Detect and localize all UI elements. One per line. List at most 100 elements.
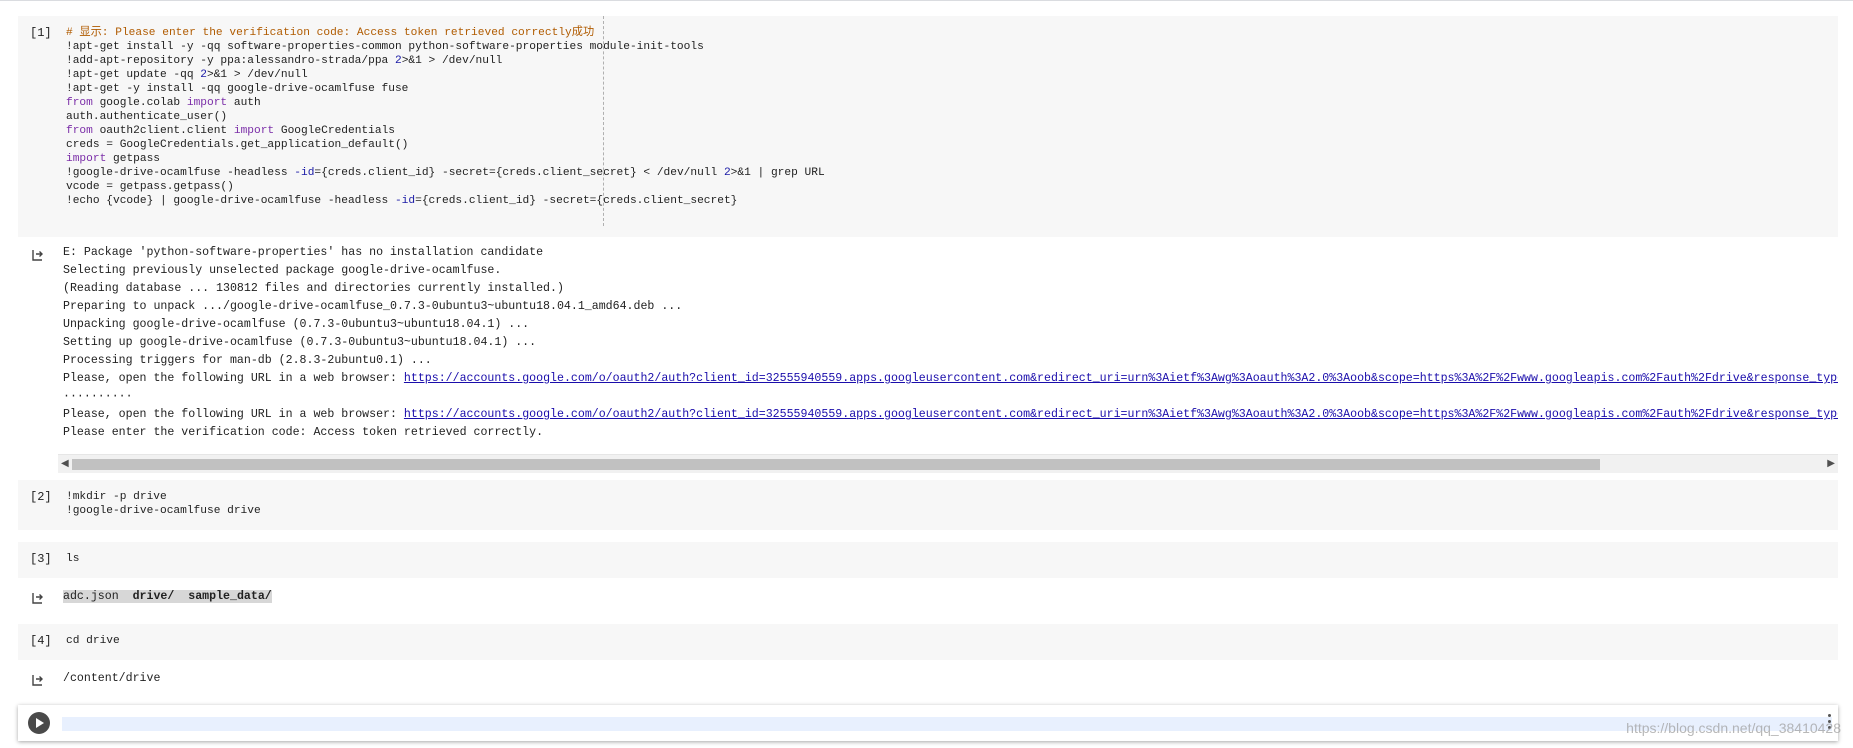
code-line: !echo {vcode} | google-drive-ocamlfuse -… [66, 194, 825, 208]
text-segment: !google-drive-ocamlfuse -headless [66, 167, 295, 179]
code-editor[interactable]: # 显示: Please enter the verification code… [66, 26, 825, 208]
text-segment: Unpacking google-drive-ocamlfuse (0.7.3-… [63, 318, 530, 331]
output-line: Please, open the following URL in a web … [63, 370, 1838, 388]
code-editor-empty[interactable] [62, 717, 1832, 731]
text-segment: Please, open the following URL in a web … [63, 372, 404, 385]
code-line: vcode = getpass.getpass() [66, 180, 825, 194]
code-line: !add-apt-repository -y ppa:alessandro-st… [66, 54, 825, 68]
text-segment: getpass [106, 153, 161, 165]
output-link[interactable]: https://accounts.google.com/o/oauth2/aut… [404, 372, 1838, 385]
output-line: adc.json drive/ sample_data/ [63, 588, 1763, 606]
code-cell-1[interactable]: [1] # 显示: Please enter the verification … [18, 16, 1838, 237]
scroll-left-icon[interactable]: ◀ [61, 457, 69, 471]
scrollbar-thumb[interactable] [72, 459, 1600, 470]
top-border [0, 0, 1853, 1]
text-segment: # 显示: Please enter the verification code… [66, 27, 595, 39]
output-link[interactable]: https://accounts.google.com/o/oauth2/aut… [404, 408, 1838, 421]
text-segment: adc.json [63, 590, 119, 603]
output-line: Unpacking google-drive-ocamlfuse (0.7.3-… [63, 316, 1838, 334]
code-line: import getpass [66, 152, 825, 166]
code-line: auth.authenticate_user() [66, 110, 825, 124]
output-line: Preparing to unpack .../google-drive-oca… [63, 298, 1838, 316]
text-segment: ={creds.client_id} -secret={creds.client… [314, 167, 724, 179]
text-segment [174, 590, 189, 603]
code-line: !google-drive-ocamlfuse -headless -id={c… [66, 166, 825, 180]
text-segment: E: Package 'python-software-properties' … [63, 246, 544, 259]
code-cell-2[interactable]: [2] !mkdir -p drive !google-drive-ocamlfu… [18, 480, 1838, 530]
text-segment: -id [294, 167, 315, 179]
text-segment: vcode = getpass.getpass() [66, 181, 234, 193]
output-text: /content/drive [63, 670, 1763, 690]
output-arrow-icon[interactable] [30, 247, 46, 263]
output-line: (Reading database ... 130812 files and d… [63, 280, 1838, 298]
code-line: # 显示: Please enter the verification code… [66, 26, 825, 40]
code-line: cd drive [66, 634, 120, 648]
cell-output-3: adc.json drive/ sample_data/ [18, 588, 1838, 610]
text-segment [118, 590, 133, 603]
text-segment: -id [394, 195, 416, 207]
text-segment: 2 [723, 167, 731, 179]
output-line: Setting up google-drive-ocamlfuse (0.7.3… [63, 334, 1838, 352]
code-cell-3[interactable]: [3] ls [18, 542, 1838, 578]
output-arrow-icon[interactable] [30, 590, 46, 606]
output-line: Please enter the verification code: Acce… [63, 424, 1838, 442]
text-segment: !echo {vcode} | google-drive-ocamlfuse -… [66, 195, 395, 207]
text-segment: 2 [394, 55, 402, 67]
text-segment: Processing triggers for man-db (2.8.3-2u… [63, 354, 432, 367]
code-line: !apt-get install -y -qq software-propert… [66, 40, 825, 54]
code-editor[interactable]: cd drive [66, 634, 120, 648]
code-line: creds = GoogleCredentials.get_applicatio… [66, 138, 825, 152]
code-cell-4[interactable]: [4] cd drive [18, 624, 1838, 660]
execution-count: [4] [30, 634, 52, 648]
text-segment: creds = GoogleCredentials.get_applicatio… [66, 139, 409, 151]
text-segment: from [66, 97, 93, 109]
text-segment: oauth2client.client [92, 125, 234, 137]
text-segment: 2 [200, 69, 207, 81]
text-segment: auth [227, 97, 261, 109]
text-segment: cd drive [66, 635, 120, 647]
text-segment: >&1 | grep URL [730, 167, 825, 179]
horizontal-scrollbar[interactable]: ◀ ▶ [58, 454, 1838, 473]
text-segment: !add-apt-repository -y ppa:alessandro-st… [66, 55, 395, 67]
text-segment: from [66, 125, 93, 137]
output-line: Selecting previously unselected package … [63, 262, 1838, 280]
execution-count: [2] [30, 490, 52, 504]
output-line: /content/drive [63, 670, 1763, 688]
text-segment: Preparing to unpack .../google-drive-oca… [63, 300, 683, 313]
text-segment: >&1 > /dev/null [207, 69, 308, 81]
output-line: ·········· [63, 388, 1838, 406]
text-segment: !apt-get install -y -qq software-propert… [66, 41, 704, 53]
code-line: from google.colab import auth [66, 96, 825, 110]
code-editor[interactable]: !mkdir -p drive !google-drive-ocamlfuse d… [66, 490, 261, 518]
text-segment: drive/ [132, 590, 175, 603]
text-segment: Please, open the following URL in a web … [63, 408, 404, 421]
text-segment: !apt-get -y install -qq google-drive-oca… [66, 83, 409, 95]
text-segment: google.colab [92, 97, 187, 109]
code-line: from oauth2client.client import GoogleCr… [66, 124, 825, 138]
text-segment: Setting up google-drive-ocamlfuse (0.7.3… [63, 336, 537, 349]
scroll-right-icon[interactable]: ▶ [1827, 457, 1835, 471]
watermark: https://blog.csdn.net/qq_38410428 [1626, 720, 1841, 736]
code-line: !apt-get -y install -qq google-drive-oca… [66, 82, 825, 96]
output-text: E: Package 'python-software-properties' … [63, 244, 1838, 442]
output-line: E: Package 'python-software-properties' … [63, 244, 1838, 262]
cell-output-1: E: Package 'python-software-properties' … [18, 244, 1838, 476]
text-segment: >&1 > /dev/null [401, 55, 503, 67]
text-segment: auth.authenticate_user() [66, 111, 228, 123]
code-editor[interactable]: ls [66, 552, 79, 566]
output-text: adc.json drive/ sample_data/ [63, 588, 1763, 608]
code-line: !apt-get update -qq 2>&1 > /dev/null [66, 68, 825, 82]
code-line: ls [66, 552, 79, 566]
code-line: !google-drive-ocamlfuse drive [66, 504, 261, 518]
text-segment: Please enter the verification code: Acce… [63, 426, 544, 439]
text-segment: import [66, 153, 107, 165]
code-line: !mkdir -p drive [66, 490, 261, 504]
text-segment: !google-drive-ocamlfuse drive [66, 505, 261, 517]
active-empty-cell[interactable] [18, 705, 1838, 741]
text-segment: /content/drive [63, 672, 161, 685]
output-arrow-icon[interactable] [30, 672, 46, 688]
text-segment: !apt-get update -qq [66, 69, 201, 81]
text-segment: import [233, 125, 275, 137]
text-segment: (Reading database ... 130812 files and d… [63, 282, 564, 295]
run-cell-icon[interactable] [28, 712, 50, 734]
